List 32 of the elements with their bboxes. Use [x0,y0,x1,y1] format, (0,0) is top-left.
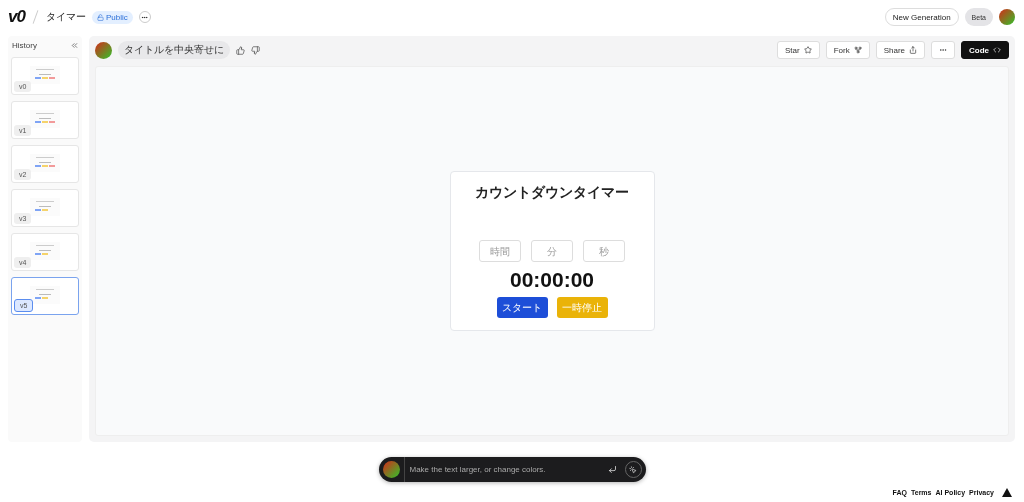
fork-icon [853,46,862,54]
history-title: History [12,40,37,50]
star-icon [803,46,812,54]
share-button[interactable]: Share [875,41,925,59]
avatar[interactable] [382,461,400,478]
project-name: タイマー [45,10,86,24]
avatar [95,41,112,59]
avatar[interactable] [999,9,1015,25]
thumbs-up-icon[interactable] [236,45,245,55]
code-button[interactable]: Code [961,41,1009,59]
enter-icon[interactable] [607,465,617,474]
time-input[interactable]: 分 [531,240,573,262]
fork-button[interactable]: Fork [825,41,870,59]
more-icon [939,46,947,54]
start-button[interactable]: スタート [496,297,548,318]
prompt-field[interactable]: Make the text larger, or change colors. [378,457,646,482]
unlock-icon [96,13,104,21]
pointer-click-icon [629,465,637,474]
new-generation-button[interactable]: New Generation [884,8,959,26]
prompt-chip: タイトルを中央寄せに [118,41,230,59]
logo[interactable]: v0 [8,7,25,27]
star-button[interactable]: Star [776,41,820,59]
triangle-logo-icon[interactable] [1002,488,1012,497]
code-icon [993,46,1001,54]
time-input[interactable]: 時間 [479,240,521,262]
time-input[interactable]: 秒 [583,240,625,262]
time-display: 00:00:00 [509,268,595,292]
thumbs-down-icon[interactable] [251,45,260,55]
timer-title: カウントダウンタイマー [475,184,629,202]
visibility-badge[interactable]: Public [91,10,133,24]
share-icon [909,46,917,54]
prompt-input[interactable]: Make the text larger, or change colors. [403,457,608,482]
